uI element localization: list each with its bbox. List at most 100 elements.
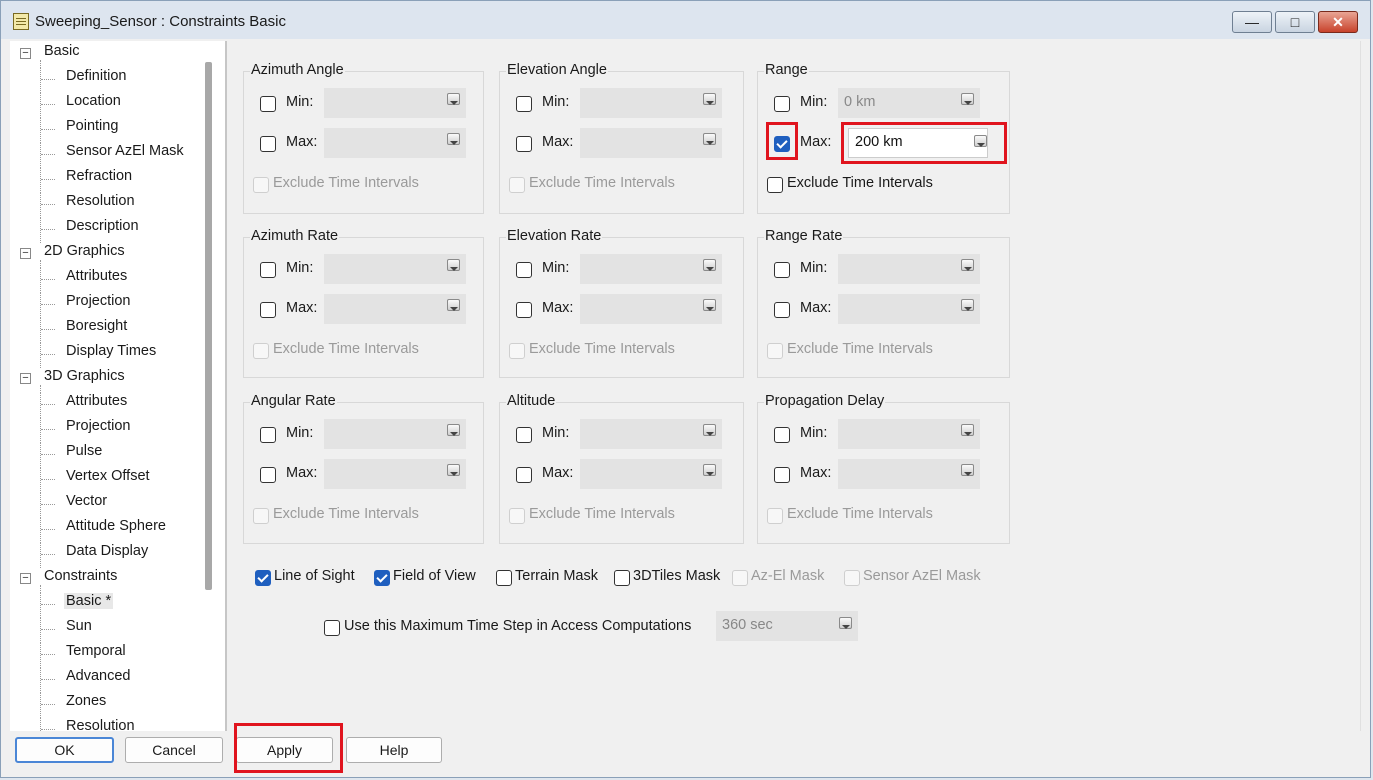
az-el-mask-checkbox[interactable] [732, 570, 748, 586]
altitude-exclude-checkbox[interactable] [509, 508, 525, 524]
spinner-icon[interactable] [703, 259, 716, 271]
altitude-min-checkbox[interactable] [516, 427, 532, 443]
expander-icon[interactable]: − [20, 573, 31, 584]
range-rate-exclude-checkbox[interactable] [767, 343, 783, 359]
tree-section-constraints[interactable]: Constraints [44, 568, 117, 584]
elevation-rate-max-checkbox[interactable] [516, 302, 532, 318]
tree-section-basic[interactable]: Basic [44, 43, 79, 59]
azimuth-rate-min-checkbox[interactable] [260, 262, 276, 278]
tree-item-vector[interactable]: Vector [66, 493, 107, 509]
max-label: Max: [286, 465, 318, 481]
azimuth-angle-max-checkbox[interactable] [260, 136, 276, 152]
tree-item-data-display[interactable]: Data Display [66, 543, 148, 559]
expander-icon[interactable]: − [20, 373, 31, 384]
propagation-delay-min-checkbox[interactable] [774, 427, 790, 443]
tree-section-2d-graphics[interactable]: 2D Graphics [44, 243, 125, 259]
3dtiles-mask-label: 3DTiles Mask [633, 568, 721, 584]
tree-item-temporal[interactable]: Temporal [66, 643, 126, 659]
terrain-mask-checkbox[interactable] [496, 570, 512, 586]
tree-item-refraction[interactable]: Refraction [66, 168, 132, 184]
range-min-checkbox[interactable] [774, 96, 790, 112]
tree-item-boresight[interactable]: Boresight [66, 318, 127, 334]
propagation-delay-exclude-checkbox[interactable] [767, 508, 783, 524]
spinner-icon[interactable] [703, 299, 716, 311]
tree-item-attributes[interactable]: Attributes [66, 268, 127, 284]
field-of-view-checkbox[interactable] [374, 570, 390, 586]
elevation-angle-exclude-checkbox[interactable] [509, 177, 525, 193]
tree-item-vertex-offset[interactable]: Vertex Offset [66, 468, 150, 484]
azimuth-angle-min-checkbox[interactable] [260, 96, 276, 112]
tree-item-pulse[interactable]: Pulse [66, 443, 102, 459]
spinner-icon[interactable] [839, 617, 852, 629]
angular-rate-max-checkbox[interactable] [260, 467, 276, 483]
tree-item-display-times[interactable]: Display Times [66, 343, 156, 359]
azimuth-rate-max-checkbox[interactable] [260, 302, 276, 318]
spinner-icon[interactable] [447, 133, 460, 145]
spinner-icon[interactable] [961, 299, 974, 311]
tree-item-projection[interactable]: Projection [66, 293, 130, 309]
panel-scrollbar[interactable] [1360, 41, 1370, 731]
tree-scrollbar-thumb[interactable] [205, 62, 212, 590]
minimize-button[interactable]: — [1232, 11, 1272, 33]
spinner-icon[interactable] [961, 93, 974, 105]
spinner-icon[interactable] [961, 464, 974, 476]
spinner-icon[interactable] [961, 259, 974, 271]
range-min-field[interactable]: 0 km [838, 88, 980, 118]
elevation-rate-min-checkbox[interactable] [516, 262, 532, 278]
spinner-icon[interactable] [703, 464, 716, 476]
exclude-time-intervals-label: Exclude Time Intervals [529, 341, 675, 357]
spinner-icon[interactable] [447, 93, 460, 105]
max-label: Max: [800, 300, 832, 316]
range-rate-max-checkbox[interactable] [774, 302, 790, 318]
tree-item-sensor-azel-mask[interactable]: Sensor AzEl Mask [66, 143, 184, 159]
cancel-button[interactable]: Cancel [125, 737, 223, 763]
spinner-icon[interactable] [703, 133, 716, 145]
tree-item-zones[interactable]: Zones [66, 693, 106, 709]
elevation-angle-min-checkbox[interactable] [516, 96, 532, 112]
propagation-delay-max-checkbox[interactable] [774, 467, 790, 483]
spinner-icon[interactable] [961, 424, 974, 436]
tree-item-projection[interactable]: Projection [66, 418, 130, 434]
tree-item-sun[interactable]: Sun [66, 618, 92, 634]
tree-item-advanced[interactable]: Advanced [66, 668, 131, 684]
tree-section-3d-graphics[interactable]: 3D Graphics [44, 368, 125, 384]
azimuth-rate-exclude-checkbox[interactable] [253, 343, 269, 359]
title-bar[interactable]: Sweeping_Sensor : Constraints Basic — □ … [1, 1, 1370, 39]
spinner-icon[interactable] [447, 259, 460, 271]
spinner-icon[interactable] [447, 299, 460, 311]
angular-rate-exclude-checkbox[interactable] [253, 508, 269, 524]
tree-connector [40, 693, 41, 718]
tree-item-description[interactable]: Description [66, 218, 139, 234]
angular-rate-min-checkbox[interactable] [260, 427, 276, 443]
sensor-azel-mask-checkbox[interactable] [844, 570, 860, 586]
3dtiles-mask-checkbox[interactable] [614, 570, 630, 586]
spinner-icon[interactable] [447, 424, 460, 436]
tree-item-basic[interactable]: Basic * [64, 593, 114, 609]
tree-item-pointing[interactable]: Pointing [66, 118, 118, 134]
close-button[interactable]: ✕ [1318, 11, 1358, 33]
tree-item-location[interactable]: Location [66, 93, 121, 109]
line-of-sight-checkbox[interactable] [255, 570, 271, 586]
tree-item-attitude-sphere[interactable]: Attitude Sphere [66, 518, 166, 534]
ok-button[interactable]: OK [15, 737, 114, 763]
elevation-angle-max-checkbox[interactable] [516, 136, 532, 152]
tree-item-attributes[interactable]: Attributes [66, 393, 127, 409]
azimuth-angle-exclude-checkbox[interactable] [253, 177, 269, 193]
range-exclude-checkbox[interactable] [767, 177, 783, 193]
elevation-rate-exclude-checkbox[interactable] [509, 343, 525, 359]
expander-icon[interactable]: − [20, 248, 31, 259]
spinner-icon[interactable] [703, 93, 716, 105]
max-time-step-checkbox[interactable] [324, 620, 340, 636]
maximize-button[interactable]: □ [1275, 11, 1315, 33]
max-label: Max: [800, 134, 832, 150]
altitude-max-checkbox[interactable] [516, 467, 532, 483]
spinner-icon[interactable] [447, 464, 460, 476]
range-rate-min-checkbox[interactable] [774, 262, 790, 278]
spinner-icon[interactable] [703, 424, 716, 436]
tree-item-resolution[interactable]: Resolution [66, 718, 135, 731]
tree-item-definition[interactable]: Definition [66, 68, 126, 84]
help-button[interactable]: Help [346, 737, 442, 763]
expander-icon[interactable]: − [20, 48, 31, 59]
tree-item-resolution[interactable]: Resolution [66, 193, 135, 209]
window-title: Sweeping_Sensor : Constraints Basic [35, 13, 286, 30]
